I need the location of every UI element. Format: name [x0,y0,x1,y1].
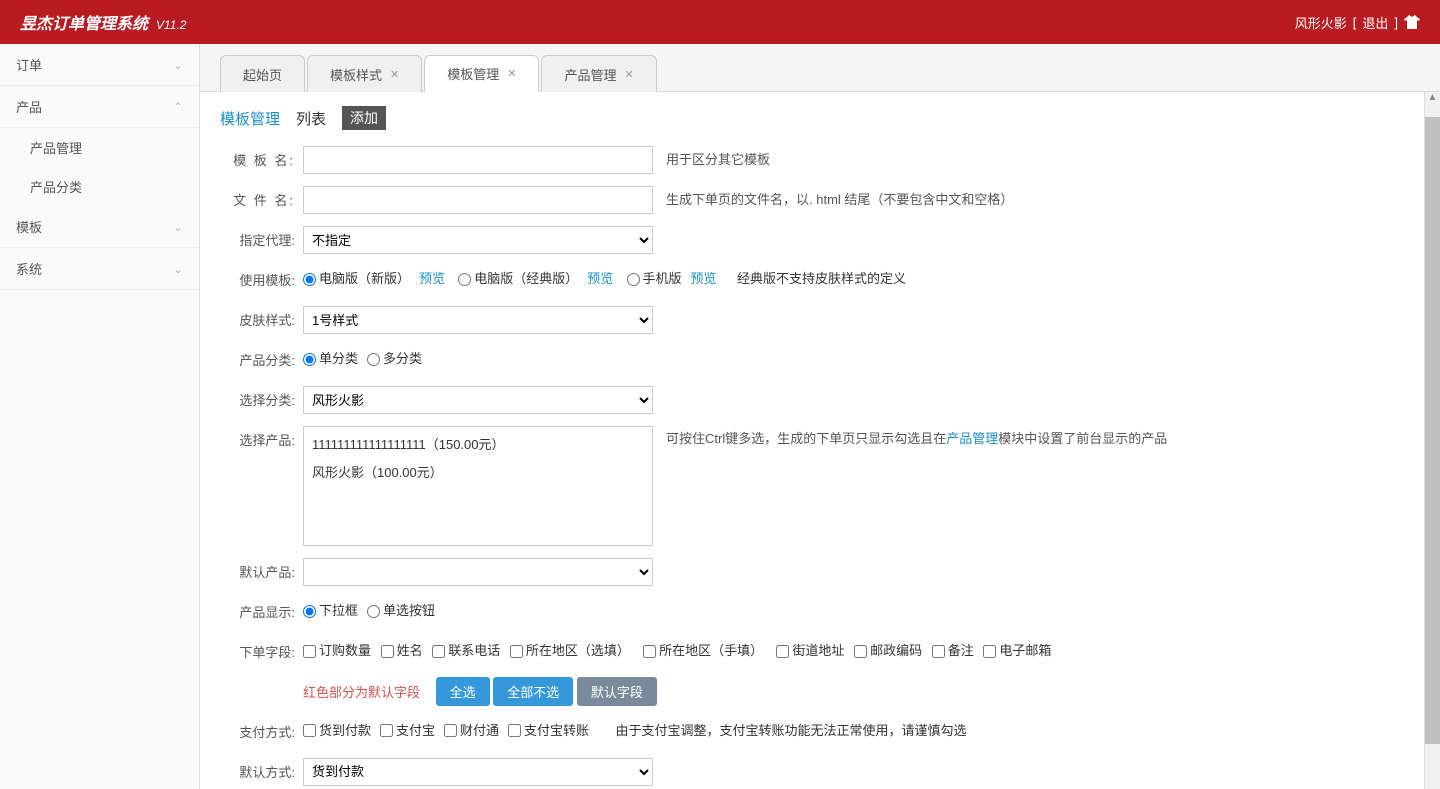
breadcrumb: 模板管理 列表 添加 [220,106,1404,130]
tab-template-manage[interactable]: 模板管理✕ [424,55,539,92]
chevron-up-icon: ⌃ [173,100,183,114]
select-prod-label: 选择产品: [220,426,295,454]
file-name-label: 文 件 名: [220,186,295,214]
chk-phone[interactable]: 联系电话 [432,638,500,664]
sidebar-item-product[interactable]: 产品 ⌃ [0,86,199,128]
main-panel: ◀ 起始页 模板样式✕ 模板管理✕ 产品管理✕ 模板管理 列表 添加 模 板 名… [200,44,1440,789]
chk-alipay-transfer[interactable]: 支付宝转账 [508,718,589,744]
skin-select[interactable]: 1号样式 [303,306,653,334]
close-icon[interactable]: ✕ [507,67,516,80]
use-template-hint: 经典版不支持皮肤样式的定义 [737,266,906,292]
sidebar-item-product-manage[interactable]: 产品管理 [0,128,199,167]
chevron-down-icon: ⌄ [173,220,183,234]
radio-single-cat[interactable]: 单分类 [303,346,358,372]
chk-region-manual[interactable]: 所在地区（手填） [643,638,763,664]
default-prod-select[interactable] [303,558,653,586]
file-name-hint: 生成下单页的文件名，以. html 结尾（不要包含中文和空格） [666,187,1013,213]
header-title-group: 昱杰订单管理系统 V11.2 [20,10,186,34]
product-listbox[interactable]: 111111111111111111（150.00元） 风形火影（100.00元… [303,426,653,546]
tab-bar: 起始页 模板样式✕ 模板管理✕ 产品管理✕ [200,44,1440,92]
display-label: 产品显示: [220,598,295,626]
sidebar-item-order[interactable]: 订单 ⌄ [0,44,199,86]
preview-link[interactable]: 预览 [691,266,717,292]
chk-address[interactable]: 街道地址 [776,638,844,664]
file-name-input[interactable] [303,186,653,214]
content-area: 模板管理 列表 添加 模 板 名: 用于区分其它模板 文 件 名: 生成下单页的… [200,92,1424,789]
preview-link[interactable]: 预览 [587,266,613,292]
pay-hint: 由于支付宝调整，支付宝转账功能无法正常使用，请谨慎勾选 [616,718,967,744]
btn-select-none[interactable]: 全部不选 [493,677,573,706]
select-cat-label: 选择分类: [220,386,295,414]
preview-link[interactable]: 预览 [419,266,445,292]
radio-radio[interactable]: 单选按钮 [367,598,435,624]
bc-list-link[interactable]: 列表 [296,108,326,129]
chk-tenpay[interactable]: 财付通 [444,718,499,744]
app-version: V11.2 [156,18,186,32]
pay-label: 支付方式: [220,718,295,746]
category-label: 产品分类: [220,346,295,374]
chk-alipay[interactable]: 支付宝 [380,718,435,744]
header-user-group: 风形火影 [ 退出 ] [1295,13,1420,32]
select-cat-select[interactable]: 风形火影 [303,386,653,414]
template-name-hint: 用于区分其它模板 [666,147,770,173]
scrollbar[interactable]: ▲ [1424,92,1440,789]
default-prod-label: 默认产品: [220,558,295,586]
scrollbar-thumb[interactable] [1425,117,1440,744]
theme-icon[interactable] [1404,15,1420,29]
close-icon[interactable]: ✕ [625,68,634,81]
template-name-input[interactable] [303,146,653,174]
chk-quantity[interactable]: 订购数量 [303,638,371,664]
sidebar-item-template[interactable]: 模板 ⌄ [0,206,199,248]
agent-select[interactable]: 不指定 [303,226,653,254]
sidebar: 订单 ⌄ 产品 ⌃ 产品管理 产品分类 模板 ⌄ 系统 ⌄ [0,44,200,789]
red-note: 红色部分为默认字段 [303,685,420,700]
chk-cod[interactable]: 货到付款 [303,718,371,744]
product-option[interactable]: 111111111111111111（150.00元） [312,431,644,459]
default-pay-label: 默认方式: [220,758,295,786]
chevron-down-icon: ⌄ [173,262,183,276]
app-title: 昱杰订单管理系统 [20,10,148,34]
btn-default-fields[interactable]: 默认字段 [577,677,657,706]
sidebar-item-product-category[interactable]: 产品分类 [0,167,199,206]
product-option[interactable]: 风形火影（100.00元） [312,459,644,487]
tab-template-style[interactable]: 模板样式✕ [307,55,422,92]
chk-name[interactable]: 姓名 [381,638,423,664]
tab-product-manage[interactable]: 产品管理✕ [541,55,656,92]
default-pay-select[interactable]: 货到付款 [303,758,653,786]
agent-label: 指定代理: [220,226,295,254]
radio-pc-classic[interactable]: 电脑版（经典版） [458,266,578,292]
app-header: 昱杰订单管理系统 V11.2 风形火影 [ 退出 ] [0,0,1440,44]
bc-add-badge[interactable]: 添加 [342,106,386,130]
chevron-down-icon: ⌄ [173,58,183,72]
sidebar-item-system[interactable]: 系统 ⌄ [0,248,199,290]
skin-label: 皮肤样式: [220,306,295,334]
username: 风形火影 [1295,13,1347,32]
logout-link[interactable]: 退出 [1362,13,1388,32]
template-name-label: 模 板 名: [220,146,295,174]
tab-start[interactable]: 起始页 [220,55,305,92]
close-icon[interactable]: ✕ [390,68,399,81]
chk-email[interactable]: 电子邮箱 [983,638,1051,664]
fields-label: 下单字段: [220,638,295,666]
use-template-label: 使用模板: [220,266,295,294]
radio-dropdown[interactable]: 下拉框 [303,598,358,624]
chk-zip[interactable]: 邮政编码 [854,638,922,664]
page-title: 模板管理 [220,108,280,129]
radio-pc-new[interactable]: 电脑版（新版） [303,266,410,292]
chk-remark[interactable]: 备注 [932,638,974,664]
radio-multi-cat[interactable]: 多分类 [367,346,422,372]
chk-region-select[interactable]: 所在地区（选填） [510,638,630,664]
product-manage-link[interactable]: 产品管理 [946,431,998,446]
radio-mobile[interactable]: 手机版 [627,266,682,292]
btn-select-all[interactable]: 全选 [436,677,490,706]
